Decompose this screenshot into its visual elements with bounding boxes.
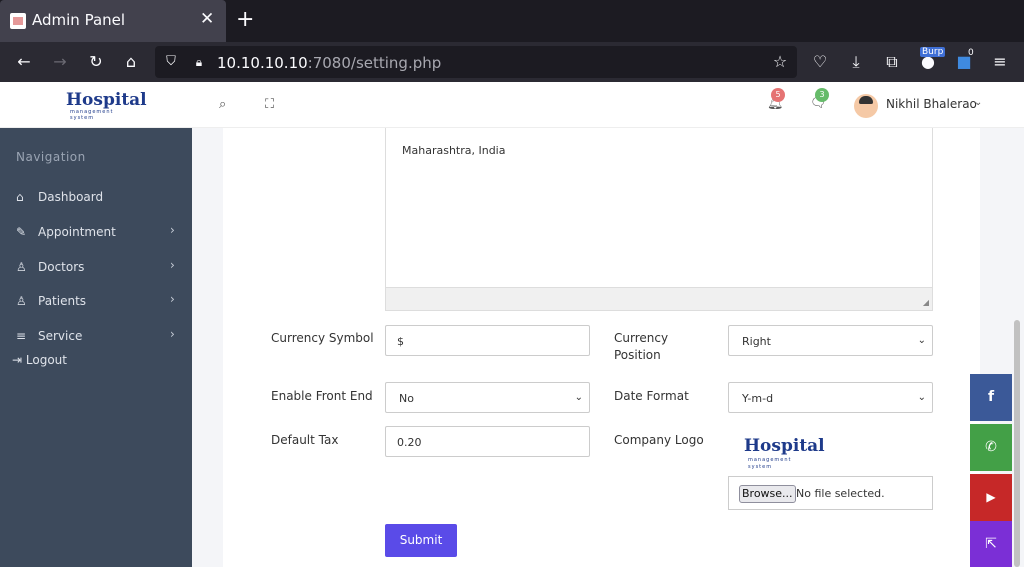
- company-logo-file-input[interactable]: Browse... No file selected.: [728, 476, 933, 510]
- shield-icon[interactable]: ⛉: [161, 52, 181, 72]
- user-icon: ♙: [16, 260, 27, 274]
- back-icon[interactable]: ←: [14, 52, 34, 72]
- hamburger-menu-icon[interactable]: ≡: [990, 52, 1010, 72]
- new-tab-icon[interactable]: +: [236, 7, 254, 32]
- favicon-icon: [10, 13, 26, 29]
- hospital-logo[interactable]: Hospital management system: [66, 90, 147, 122]
- user-icon: ♙: [16, 294, 27, 308]
- chevron-right-icon: ›: [170, 223, 175, 237]
- download-icon[interactable]: ⤓: [846, 52, 866, 72]
- browser-tab[interactable]: Admin Panel ✕: [0, 0, 226, 42]
- address-editor[interactable]: Maharashtra, India ◢: [385, 128, 933, 311]
- fullscreen-icon[interactable]: ⛶: [265, 97, 274, 112]
- chevron-down-icon[interactable]: ⌄: [974, 97, 982, 108]
- sidebar-item-appointment[interactable]: ✎ Appointment ›: [0, 215, 192, 249]
- sidebar: Navigation ⌂ Dashboard ✎ Appointment › ♙…: [0, 128, 192, 567]
- menu-icon: ≡: [16, 329, 27, 343]
- chevron-right-icon: ›: [170, 258, 175, 272]
- no-file-text: No file selected.: [796, 487, 885, 500]
- page-scrollbar[interactable]: [1014, 320, 1020, 567]
- chevron-right-icon: ›: [170, 292, 175, 306]
- company-logo-label: Company Logo: [614, 433, 704, 447]
- date-format-label: Date Format: [614, 389, 689, 403]
- user-name[interactable]: Nikhil Bhalerao: [886, 97, 977, 111]
- sidebar-item-service[interactable]: ≡ Service ›: [0, 319, 192, 353]
- facebook-icon[interactable]: f: [970, 374, 1012, 421]
- message-badge: 3: [815, 88, 829, 102]
- currency-position-label: Currency Position: [614, 331, 669, 362]
- external-link-icon[interactable]: ⇱: [970, 521, 1012, 567]
- browser-navbar: ← → ↻ ⌂ ⛉ 🔒︎ 10.10.10.10:7080/setting.ph…: [0, 42, 1024, 82]
- logout-icon: ⇥: [12, 353, 23, 367]
- url-bar[interactable]: ⛉ 🔒︎ 10.10.10.10:7080/setting.php ☆: [155, 46, 797, 78]
- close-tab-icon[interactable]: ✕: [200, 9, 214, 29]
- default-tax-label: Default Tax: [271, 433, 339, 447]
- sidebar-item-patients[interactable]: ♙ Patients ›: [0, 284, 192, 318]
- extension-badge: 0: [968, 48, 974, 58]
- chevron-down-icon: ⌄: [574, 392, 583, 403]
- youtube-icon[interactable]: ▶: [970, 474, 1012, 521]
- currency-symbol-label: Currency Symbol: [271, 331, 374, 345]
- sidebar-item-dashboard[interactable]: ⌂ Dashboard: [0, 180, 192, 214]
- home-icon: ⌂: [16, 190, 24, 204]
- lock-icon[interactable]: 🔒︎: [189, 52, 209, 72]
- browse-button[interactable]: Browse...: [739, 485, 796, 503]
- home-icon[interactable]: ⌂: [121, 52, 141, 72]
- address-text[interactable]: Maharashtra, India: [402, 144, 505, 157]
- logout-link[interactable]: ⇥ Logout: [12, 353, 67, 367]
- nav-heading: Navigation: [16, 150, 86, 164]
- enable-front-end-label: Enable Front End: [271, 389, 373, 403]
- currency-position-select[interactable]: Right ⌄: [728, 325, 933, 356]
- extensions-icon[interactable]: ⧉: [882, 52, 902, 72]
- company-logo-preview: Hospital management system: [744, 436, 825, 470]
- reload-icon[interactable]: ↻: [86, 52, 106, 72]
- chevron-down-icon: ⌄: [917, 335, 926, 346]
- currency-symbol-input[interactable]: $: [385, 325, 590, 356]
- app-header: Hospital management system ⌕ ⛶ 🔔︎ 5 🗨︎ 3…: [0, 82, 1024, 128]
- date-format-select[interactable]: Y-m-d ⌄: [728, 382, 933, 413]
- pocket-icon[interactable]: ♡: [810, 52, 830, 72]
- default-tax-input[interactable]: 0.20: [385, 426, 590, 457]
- url-text[interactable]: 10.10.10.10:7080/setting.php: [217, 54, 441, 72]
- enable-front-end-select[interactable]: No ⌄: [385, 382, 590, 413]
- bookmark-star-icon[interactable]: ☆: [770, 52, 790, 72]
- notification-badge: 5: [771, 88, 785, 102]
- burp-label: Burp: [920, 47, 946, 57]
- browser-tabbar: Admin Panel ✕ +: [0, 0, 1024, 42]
- forward-icon[interactable]: →: [50, 52, 70, 72]
- tab-title: Admin Panel: [32, 11, 126, 29]
- chevron-down-icon: ⌄: [917, 392, 926, 403]
- search-icon[interactable]: ⌕: [219, 97, 226, 112]
- resize-grip-icon[interactable]: ◢: [923, 298, 929, 307]
- editor-statusbar: ◢: [386, 287, 932, 310]
- submit-button[interactable]: Submit: [385, 524, 457, 557]
- whatsapp-icon[interactable]: ✆: [970, 424, 1012, 471]
- sidebar-item-doctors[interactable]: ♙ Doctors ›: [0, 250, 192, 284]
- chevron-right-icon: ›: [170, 327, 175, 341]
- edit-icon: ✎: [16, 225, 27, 239]
- avatar[interactable]: [854, 94, 878, 118]
